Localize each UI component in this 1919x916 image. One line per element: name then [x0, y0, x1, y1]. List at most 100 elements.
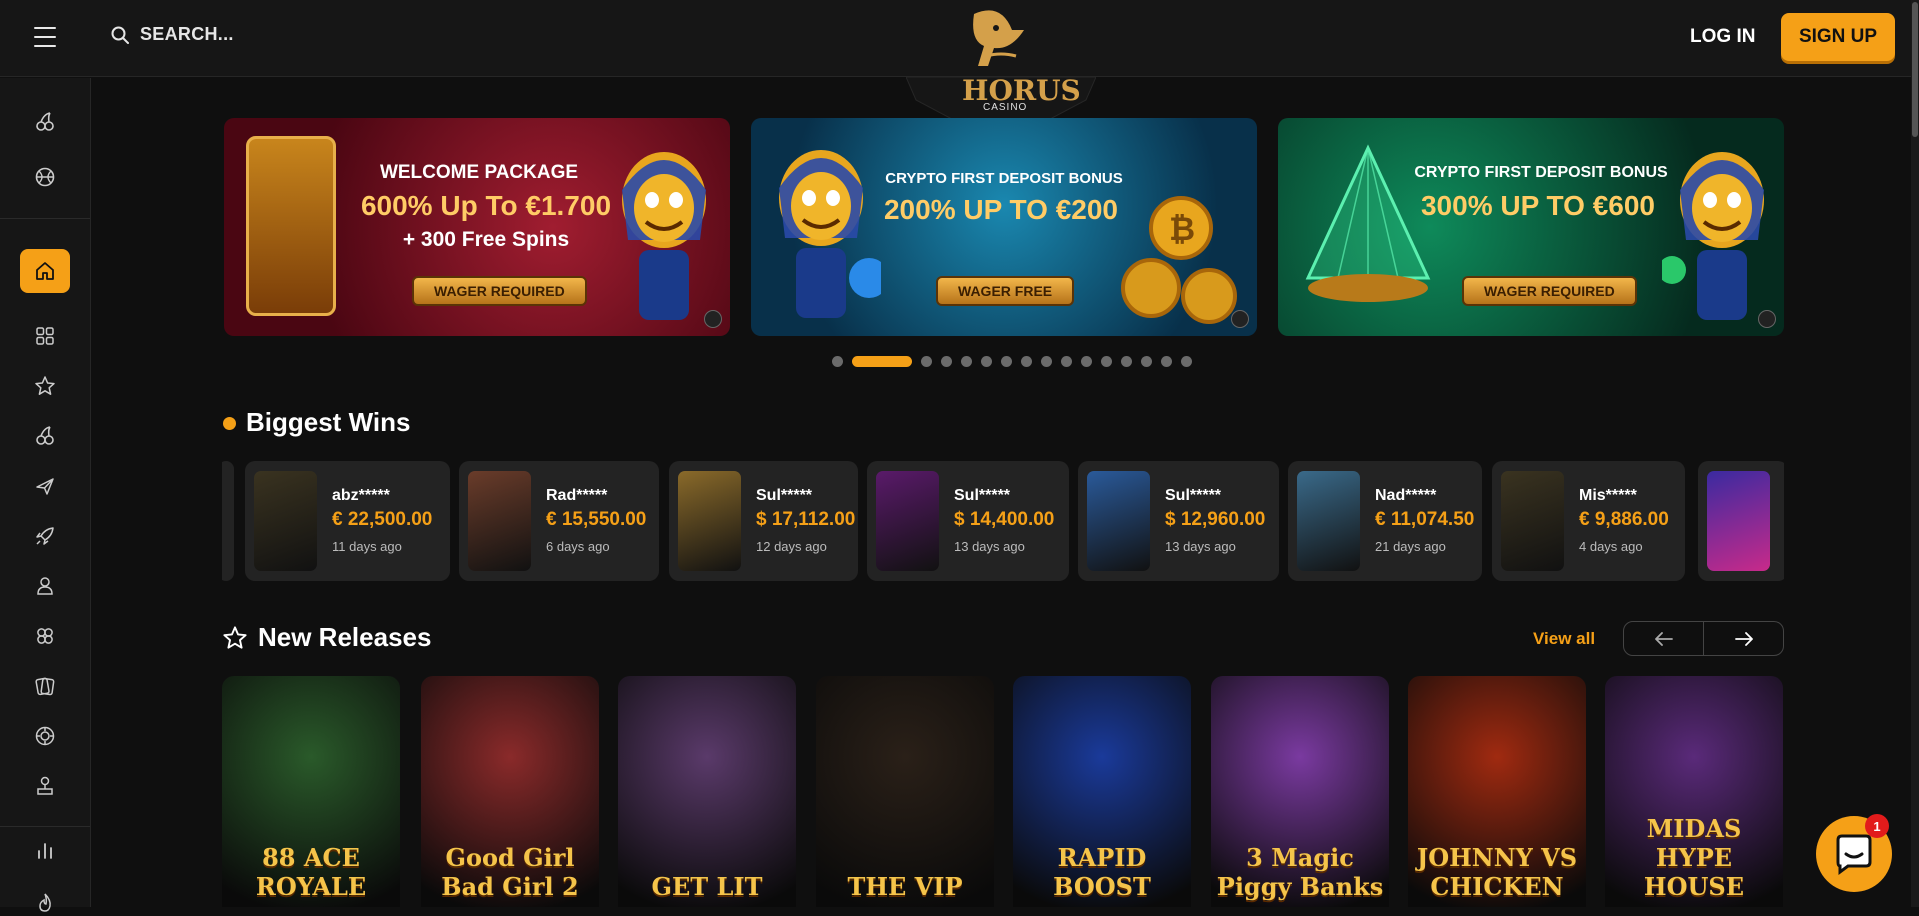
win-username: Sul*****: [1165, 487, 1222, 504]
banner-corner-badge: [704, 310, 722, 328]
carousel-dot[interactable]: [1041, 356, 1052, 367]
carousel-dot[interactable]: [941, 356, 952, 367]
poker-chip-icon[interactable]: [32, 723, 58, 749]
login-button[interactable]: LOG IN: [1690, 26, 1755, 48]
stats-icon[interactable]: [32, 838, 58, 864]
win-card[interactable]: abz***** € 22,500.00 11 days ago: [245, 461, 450, 581]
game-tile[interactable]: JOHNNY VS CHICKEN: [1408, 676, 1586, 907]
search-placeholder: SEARCH...: [140, 24, 234, 44]
win-card-partial[interactable]: [1698, 461, 1784, 581]
signup-button[interactable]: SIGN UP: [1781, 13, 1895, 61]
carousel-dot[interactable]: [1121, 356, 1132, 367]
pharaoh-mascot-icon: [1658, 140, 1782, 320]
pharaoh-mascot-icon: [604, 140, 724, 320]
win-amount: $ 12,960.00: [1165, 509, 1266, 530]
win-card[interactable]: Sul***** $ 12,960.00 13 days ago: [1078, 461, 1279, 581]
game-title: MIDAS HYPE HOUSE: [1643, 814, 1745, 901]
win-time: 6 days ago: [546, 539, 610, 554]
cards-icon[interactable]: [32, 673, 58, 699]
banner-offer-extra: + 300 Free Spins: [402, 228, 570, 251]
clover-icon[interactable]: [32, 623, 58, 649]
win-card[interactable]: Sul***** $ 17,112.00 12 days ago: [669, 461, 858, 581]
carousel-dot[interactable]: [1081, 356, 1092, 367]
game-title: JOHNNY VS CHICKEN: [1416, 843, 1578, 901]
win-card[interactable]: Rad***** € 15,550.00 6 days ago: [459, 461, 659, 581]
carousel-dot[interactable]: [1161, 356, 1172, 367]
win-time: 13 days ago: [1165, 539, 1236, 554]
game-tile[interactable]: Good Girl Bad Girl 2: [421, 676, 599, 907]
banner-crypto-300[interactable]: CRYPTO FIRST DEPOSIT BONUS 300% UP TO €6…: [1278, 118, 1784, 336]
chat-notification-badge: 1: [1865, 814, 1889, 838]
win-amount: $ 17,112.00: [756, 509, 856, 530]
game-thumbnail: [1297, 471, 1360, 571]
carousel-dot[interactable]: [1141, 356, 1152, 367]
live-indicator: [223, 417, 236, 430]
win-amount: € 9,886.00: [1579, 509, 1669, 530]
carousel-dot[interactable]: [1101, 356, 1112, 367]
win-card[interactable]: Sul***** $ 14,400.00 13 days ago: [867, 461, 1069, 581]
svg-text:₿: ₿: [1169, 210, 1195, 248]
carousel-dot[interactable]: [1181, 356, 1192, 367]
arrow-right-icon: [1734, 631, 1753, 646]
banner-corner-badge: [1758, 310, 1776, 328]
wager-badge: WAGER REQUIRED: [412, 276, 587, 306]
game-title: 88 ACE ROYALE: [255, 843, 367, 901]
sidebar-divider: [0, 218, 90, 219]
game-tile[interactable]: THE VIP: [816, 676, 994, 907]
banner-crypto-200[interactable]: CRYPTO FIRST DEPOSIT BONUS 200% UP TO €2…: [751, 118, 1257, 336]
banner-corner-badge: [1231, 310, 1249, 328]
prev-button[interactable]: [1624, 622, 1704, 655]
wager-badge: WAGER FREE: [936, 276, 1075, 306]
carousel-dot[interactable]: [1021, 356, 1032, 367]
menu-icon[interactable]: [34, 27, 56, 47]
next-button[interactable]: [1704, 622, 1783, 655]
win-username: Sul*****: [954, 487, 1011, 504]
carousel-dot[interactable]: [921, 356, 932, 367]
view-all-link[interactable]: View all: [1533, 629, 1595, 649]
win-time: 21 days ago: [1375, 539, 1446, 554]
banner-offer: 200% UP TO €200: [883, 194, 1118, 225]
grid-icon[interactable]: [32, 323, 58, 349]
win-amount: € 15,550.00: [546, 509, 647, 530]
banner-offer: 300% UP TO €600: [1420, 190, 1655, 221]
game-tile[interactable]: MIDAS HYPE HOUSE: [1605, 676, 1783, 907]
carousel-dot[interactable]: [832, 356, 843, 367]
airplane-icon[interactable]: [32, 473, 58, 499]
game-tile[interactable]: RAPID BOOST: [1013, 676, 1191, 907]
sidebar-divider: [0, 826, 90, 827]
carousel-dot[interactable]: [981, 356, 992, 367]
banner-welcome-package[interactable]: WELCOME PACKAGE 600% Up To €1.700 + 300 …: [224, 118, 730, 336]
logo-subtext: CASINO: [983, 102, 1028, 113]
new-releases-title: New Releases: [258, 622, 432, 652]
cherries-icon[interactable]: [32, 109, 58, 135]
lottery-icon[interactable]: [32, 773, 58, 799]
carousel-dot[interactable]: [961, 356, 972, 367]
win-time: 13 days ago: [954, 539, 1025, 554]
game-tile[interactable]: 3 Magic Piggy Banks: [1211, 676, 1389, 907]
search-icon: [111, 26, 129, 44]
cherries-icon[interactable]: [32, 423, 58, 449]
game-thumbnail: [678, 471, 741, 571]
rocket-icon[interactable]: [32, 523, 58, 549]
flame-icon[interactable]: [32, 890, 58, 916]
sidebar-item-home[interactable]: [20, 249, 70, 293]
win-username: abz*****: [332, 487, 390, 504]
win-card[interactable]: Mis***** € 9,886.00 4 days ago: [1492, 461, 1685, 581]
game-tile[interactable]: 88 ACE ROYALE: [222, 676, 400, 907]
sports-ball-icon[interactable]: [32, 164, 58, 190]
dealer-icon[interactable]: [32, 573, 58, 599]
game-tile[interactable]: GET LIT: [618, 676, 796, 907]
carousel-dot[interactable]: [1061, 356, 1072, 367]
game-thumbnail: [876, 471, 939, 571]
carousel-dot[interactable]: [1001, 356, 1012, 367]
win-card[interactable]: Nad***** € 11,074.50 21 days ago: [1288, 461, 1482, 581]
chat-bubble-icon: [1836, 834, 1872, 875]
home-icon: [36, 262, 54, 280]
crypto-coins-icon: ₿: [1111, 188, 1241, 328]
biggest-wins-title: Biggest Wins: [246, 407, 411, 437]
page-scrollbar[interactable]: [1911, 0, 1919, 907]
carousel-dot[interactable]: [852, 356, 912, 367]
win-card-partial[interactable]: [222, 461, 234, 581]
star-icon[interactable]: [32, 373, 58, 399]
search-input[interactable]: SEARCH...: [110, 24, 234, 45]
